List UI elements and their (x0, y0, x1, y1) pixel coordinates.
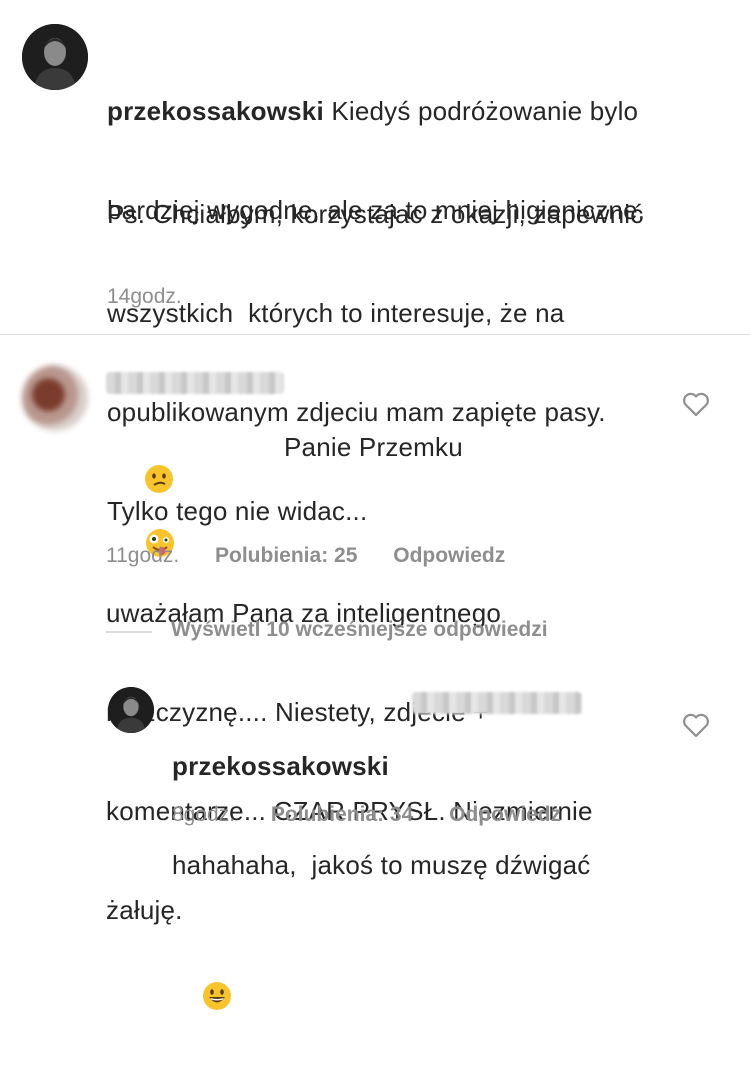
comment-line-1: Panie Przemku (284, 432, 463, 462)
like-heart-icon[interactable] (681, 390, 711, 418)
reply-reply-button[interactable]: Odpowiedz (449, 803, 561, 826)
reply-meta: 8godz. Polubienia: 34 Odpowiedz (172, 803, 561, 827)
comment-likes[interactable]: Polubienia: 25 (215, 544, 357, 567)
grinning-face-emoji (202, 982, 231, 1010)
reply-username[interactable]: przekossakowski (172, 750, 672, 783)
post-username[interactable]: przekossakowski (107, 96, 324, 126)
comment-reply-button[interactable]: Odpowiedz (393, 544, 505, 567)
author-avatar[interactable] (22, 24, 88, 90)
commenter-avatar[interactable] (22, 365, 88, 431)
person-silhouette-icon (22, 24, 88, 90)
view-replies-line (106, 631, 152, 633)
caption-text-1: Kiedyś podróżowanie bylo (331, 96, 639, 126)
reply-like-heart-icon[interactable] (681, 711, 711, 739)
caption-ps-1: Ps. Chciałbym, korzystajac z okazji, zap… (107, 199, 644, 229)
reply-time: 8godz. (172, 803, 236, 826)
view-earlier-replies-button[interactable]: Wyświetl 10 wcześniejsze odpowiedzi (171, 618, 548, 642)
divider (0, 334, 750, 335)
caption-ps-2: wszystkich których to interesuje, że na (107, 298, 565, 328)
reply-likes[interactable]: Polubienia: 34 (271, 803, 413, 826)
comment-meta: 11godz. Polubienia: 25 Odpowiedz (106, 544, 505, 568)
reply-line-1: hahahaha, jakoś to muszę dźwigać (172, 850, 591, 880)
comment-time: 11godz. (106, 544, 180, 567)
reply-text: przekossakowski hahahaha, jakoś to muszę… (172, 684, 672, 1081)
post-time: 14godz. (107, 285, 182, 308)
person-silhouette-icon (108, 687, 154, 733)
confused-face-emoji (144, 465, 173, 493)
reply-author-avatar[interactable] (108, 687, 154, 733)
